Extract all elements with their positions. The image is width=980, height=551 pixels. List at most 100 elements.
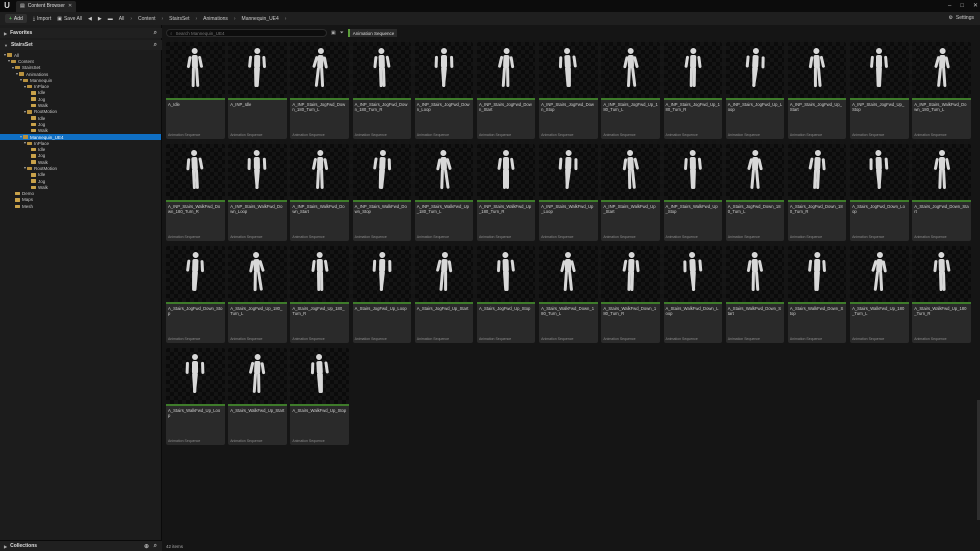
tree-item-label: Mesh [22,203,34,209]
asset-tile[interactable]: A_Stairs_WalkFwd_Up_Loop Animation Sequen… [166,348,225,445]
asset-tile[interactable]: A_INP_Stairs_JogFwd_Down_Start Animation … [476,42,536,139]
asset-tile[interactable]: A_INP_Stairs_WalkFwd_Up_180_Turn_L Animat… [414,144,474,241]
collections-header[interactable]: ▶ Collections ⊕ ⌕ [0,540,162,551]
asset-tile[interactable]: A_Stairs_WalkFwd_Down_180_Turn_L Animatio… [539,246,598,343]
asset-type: Animation Sequence [914,235,947,239]
asset-tile[interactable]: A_Stairs_JogFwd_Up_Loop Animation Sequenc… [352,246,412,343]
asset-name: A_Stairs_JogFwd_Down_Start [914,204,969,214]
folder-icon [19,72,24,76]
folder-icon [15,204,20,209]
asset-tile[interactable]: A_INP_Stairs_JogFwd_Down_180_Turn_R Anima… [352,42,412,139]
asset-tile[interactable]: A_Stairs_JogFwd_Down_Loop Animation Seque… [850,144,909,241]
breadcrumb-item[interactable]: All [119,16,125,22]
asset-tile[interactable]: A_INP_Stairs_JogFwd_Down_Loop Animation S… [414,42,474,139]
tab-content-browser[interactable]: ▤ Content Browser ✕ [16,0,77,12]
asset-tile[interactable]: A_INP_Stairs_WalkFwd_Down_Stop Animation … [352,144,412,241]
filter-icon[interactable]: ⏷ [340,30,344,36]
tree-item[interactable]: Mesh [0,203,161,209]
search-icon[interactable]: ⌕ [154,42,157,49]
asset-tile[interactable]: A_INP_Stairs_JogFwd_Up_180_Turn_L Animati… [601,42,660,139]
history-back-icon[interactable]: ◀ [88,16,92,22]
asset-thumbnail [290,144,349,202]
asset-thumbnail [414,42,474,100]
window-controls: – □ ✕ [948,0,978,12]
asset-tile[interactable]: A_INP_Stairs_WalkFwd_Up_Start Animation S… [601,144,660,241]
asset-tile[interactable]: A_INP_Stairs_WalkFwd_Down_180_Turn_R Anim… [166,144,225,241]
asset-tile[interactable]: A_Stairs_WalkFwd_Up_Stop Animation Sequen… [290,348,349,445]
chevron-right-icon[interactable]: › [195,16,197,22]
asset-type: Animation Sequence [914,337,947,341]
asset-tile[interactable]: A_Stairs_JogFwd_Up_Start Animation Sequen… [414,246,474,343]
chevron-right-icon[interactable]: › [234,16,236,22]
add-collection-icon[interactable]: ⊕ [144,543,149,550]
asset-tile[interactable]: A_INP_Stairs_JogFwd_Up_Stop Animation Seq… [850,42,909,139]
asset-tile[interactable]: A_Stairs_WalkFwd_Down_Loop Animation Sequ… [663,246,722,343]
asset-tile[interactable]: A_INP_Stairs_WalkFwd_Up_Loop Animation Se… [539,144,598,241]
favorites-header[interactable]: ▶ Favorites ⌕ [0,28,162,38]
history-forward-icon[interactable]: ▶ [98,16,102,22]
asset-tile[interactable]: A_Stairs_JogFwd_Down_180_Turn_R Animation… [787,144,847,241]
asset-tile[interactable]: A_INP_Stairs_WalkFwd_Down_Start Animation… [290,144,349,241]
asset-tile[interactable]: A_Stairs_JogFwd_Up_180_Turn_R Animation S… [290,246,349,343]
import-button[interactable]: ⤓ Import [33,16,51,22]
asset-tile[interactable]: A_INP_Stairs_WalkFwd_Down_Loop Animation … [228,144,287,241]
save-search-icon[interactable]: ▣ [331,30,336,36]
asset-tile[interactable]: A_Stairs_WalkFwd_Up_180_Turn_L Animation … [850,246,909,343]
chevron-right-icon[interactable]: › [162,16,164,22]
breadcrumb-item[interactable]: Mannequin_UE4 [242,16,279,22]
asset-tile[interactable]: A_INP_Idle Animation Sequence [228,42,287,139]
maximize-button[interactable]: □ [960,0,964,12]
asset-tile[interactable]: A_INP_Stairs_WalkFwd_Down_180_Turn_L Anim… [912,42,971,139]
asset-tile[interactable]: A_INP_Stairs_WalkFwd_Up_180_Turn_R Animat… [476,144,536,241]
title-bar: U ▤ Content Browser ✕ – □ ✕ [0,0,980,12]
asset-tile[interactable]: A_Stairs_WalkFwd_Down_Stop Animation Sequ… [787,246,847,343]
close-tab-icon[interactable]: ✕ [68,3,72,9]
import-icon: ⤓ [32,15,36,22]
folder-icon [31,160,36,164]
breadcrumb-item[interactable]: Animations [203,16,228,22]
folder-icon[interactable]: ▬ [108,16,113,22]
mannequin-figure-icon [309,47,331,93]
settings-button[interactable]: ⚙ Settings [948,12,974,25]
asset-tile[interactable]: A_Stairs_WalkFwd_Up_180_Turn_R Animation … [912,246,971,343]
asset-tile[interactable]: A_INP_Stairs_JogFwd_Up_180_Turn_R Animati… [663,42,722,139]
search-icon[interactable]: ⌕ [154,543,157,550]
asset-tile[interactable]: A_INP_Stairs_WalkFwd_Up_Stop Animation Se… [663,144,722,241]
mannequin-figure-icon [433,149,455,195]
asset-thumbnail [912,246,971,304]
add-button[interactable]: + Add [5,14,27,23]
save-all-label: Save All [63,15,83,22]
asset-tile[interactable]: A_Stairs_WalkFwd_Down_Start Animation Seq… [725,246,785,343]
asset-tile[interactable]: A_Stairs_JogFwd_Down_Start Animation Sequ… [912,144,971,241]
asset-tile[interactable]: A_INP_Stairs_JogFwd_Down_Stop Animation S… [539,42,598,139]
asset-tile[interactable]: A_INP_Stairs_JogFwd_Up_Start Animation Se… [787,42,847,139]
asset-name: A_Stairs_WalkFwd_Up_Loop [168,408,221,418]
asset-name: A_Stairs_JogFwd_Down_Stop [168,306,223,316]
asset-tile[interactable]: A_Stairs_JogFwd_Down_Stop Animation Seque… [166,246,225,343]
asset-tile[interactable]: A_Idle Animation Sequence [166,42,225,139]
search-input[interactable] [175,30,316,36]
asset-type: Animation Sequence [603,133,636,137]
save-all-button[interactable]: ▣ Save All [57,16,82,22]
asset-tile[interactable]: A_Stairs_WalkFwd_Up_Start Animation Seque… [228,348,287,445]
chevron-right-icon[interactable]: › [130,16,132,22]
asset-thumbnail [912,42,971,100]
stairsset-header[interactable]: ▼ StairsSet ⌕ [0,40,162,50]
asset-tile[interactable]: A_INP_Stairs_JogFwd_Down_180_Turn_L Anima… [290,42,349,139]
asset-tile[interactable]: A_Stairs_JogFwd_Up_Stop Animation Sequenc… [476,246,536,343]
asset-tile[interactable]: A_Stairs_JogFwd_Up_180_Turn_L Animation S… [228,246,287,343]
asset-tile[interactable]: A_INP_Stairs_JogFwd_Up_Loop Animation Seq… [725,42,785,139]
filter-chip[interactable]: Animation Sequence [347,29,398,37]
close-window-button[interactable]: ✕ [973,0,978,12]
search-icon[interactable]: ⌕ [154,30,157,37]
breadcrumb-item[interactable]: StairsSet [169,16,189,22]
tree-item-label: Animations [26,71,49,77]
chevron-right-icon[interactable]: › [285,16,287,22]
asset-tile[interactable]: A_Stairs_WalkFwd_Down_180_Turn_R Animatio… [601,246,660,343]
search-field[interactable]: ⌕ [166,29,327,37]
asset-tile[interactable]: A_Stairs_JogFwd_Down_180_Turn_L Animation… [725,144,785,241]
minimize-button[interactable]: – [948,0,951,12]
mannequin-figure-icon [246,251,268,297]
breadcrumb-item[interactable]: Content [138,16,156,22]
asset-type: Animation Sequence [168,439,201,443]
